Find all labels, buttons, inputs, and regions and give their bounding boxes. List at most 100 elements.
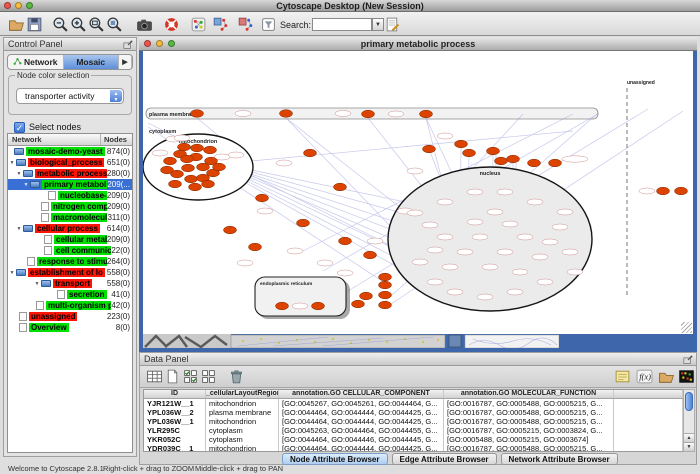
- scroll-down-button[interactable]: ▼: [684, 442, 694, 451]
- tree-row[interactable]: ▼biological_process651(0): [8, 157, 132, 168]
- node-edit-tool-icon[interactable]: [212, 16, 229, 33]
- table-cell[interactable]: [GO:0044464, GO:0044446, GO:0044445, G..…: [279, 435, 444, 444]
- table-cell[interactable]: [GO:0045263, GO:0044464, GO:0044455, G..…: [279, 426, 444, 435]
- save-session-icon[interactable]: [26, 16, 43, 33]
- tree-row[interactable]: macromolecule311(0): [8, 212, 132, 223]
- tree-row[interactable]: nucleobase-209(0): [8, 190, 132, 201]
- table-cell[interactable]: YLR295C: [144, 426, 206, 435]
- import-attributes-icon[interactable]: [658, 368, 675, 385]
- open-file-icon[interactable]: [8, 16, 25, 33]
- table-cell[interactable]: mitochondrion: [206, 444, 279, 452]
- select-nodes-checkbox[interactable]: ✓: [14, 122, 25, 133]
- zoom-in-icon[interactable]: [70, 16, 87, 33]
- tab-mosaic[interactable]: Mosaic: [64, 55, 120, 69]
- table-cell[interactable]: cytoplasm: [206, 426, 279, 435]
- formula-builder-icon[interactable]: f(x): [636, 368, 653, 385]
- table-cell[interactable]: YPL036W__2: [144, 408, 206, 417]
- tree-row[interactable]: cell communicat22(0): [8, 245, 132, 256]
- unselect-attributes-icon[interactable]: [200, 368, 217, 385]
- help-icon[interactable]: [163, 16, 180, 33]
- float-data-panel-icon[interactable]: [683, 355, 693, 364]
- tree-row[interactable]: multi-organism pro42(0): [8, 300, 132, 311]
- tree-row[interactable]: cellular metabol209(0): [8, 234, 132, 245]
- expand-arrow-icon[interactable]: ▼: [22, 182, 30, 188]
- tree-row[interactable]: mosaic-demo-yeast874(0): [8, 146, 132, 157]
- filter-icon[interactable]: [260, 16, 277, 33]
- tree-row[interactable]: unassigned223(0): [8, 311, 132, 322]
- search-dropdown-button[interactable]: ▼: [372, 18, 384, 31]
- expand-arrow-icon[interactable]: ▼: [15, 171, 23, 177]
- table-cell[interactable]: [GO:0044464, GO:0044444, GO:0044425, G..…: [279, 408, 444, 417]
- table-cell[interactable]: YDR039C__1: [144, 444, 206, 452]
- tree-row[interactable]: ▼cellular process614(0): [8, 223, 132, 234]
- search-input[interactable]: [312, 18, 372, 31]
- table-cell[interactable]: [GO:0016787, GO:0005488, GO:0005215, G..…: [444, 417, 614, 426]
- table-cell[interactable]: YPL036W__1: [144, 417, 206, 426]
- network-view-titlebar[interactable]: primary metabolic process: [139, 37, 697, 51]
- network-canvas[interactable]: plasma membrane cytoplasm: [143, 51, 693, 334]
- tree-row[interactable]: Overview8(0): [8, 322, 132, 333]
- expand-arrow-icon[interactable]: ▼: [33, 281, 41, 287]
- annotation-tool-icon[interactable]: [190, 16, 207, 33]
- tree-row[interactable]: response to stimulu264(0): [8, 256, 132, 267]
- tree-column-network[interactable]: Network: [12, 135, 42, 144]
- column-region[interactable]: _cellularLayoutRegion: [206, 390, 279, 398]
- select-attributes-icon[interactable]: [182, 368, 199, 385]
- tabs-overflow-arrow[interactable]: ▶: [119, 55, 132, 69]
- column-grid-icon[interactable]: [146, 368, 163, 385]
- network-graph[interactable]: plasma membrane cytoplasm: [143, 51, 693, 334]
- tree-row[interactable]: ▼establishment of lo558(0): [8, 267, 132, 278]
- matrix-view-icon[interactable]: [678, 368, 695, 385]
- table-cell[interactable]: [GO:0016787, GO:0005488, GO:0005215, G..…: [444, 408, 614, 417]
- window-resize-grip[interactable]: [681, 322, 692, 333]
- table-cell[interactable]: mitochondrion: [206, 417, 279, 426]
- export-image-icon[interactable]: [136, 16, 153, 33]
- table-cell[interactable]: [GO:0005488, GO:0005215, GO:0003674]: [444, 435, 614, 444]
- table-cell[interactable]: YJR121W__1: [144, 399, 206, 408]
- table-row[interactable]: YPL036W__2plasma membrane[GO:0044464, GO…: [144, 408, 683, 417]
- expand-arrow-icon[interactable]: ▼: [15, 226, 23, 232]
- table-cell[interactable]: [GO:0044464, GO:0044444, GO:0044425, G..…: [279, 444, 444, 452]
- table-scrollbar[interactable]: ▲ ▼: [683, 389, 695, 452]
- table-cell[interactable]: [GO:0045267, GO:0045261, GO:0044464, G..…: [279, 399, 444, 408]
- zoom-fit-icon[interactable]: [106, 16, 123, 33]
- edge-edit-tool-icon[interactable]: [237, 16, 254, 33]
- attribute-editor-icon[interactable]: [614, 368, 631, 385]
- table-cell[interactable]: [GO:0016787, GO:0005488, GO:0005215, G..…: [444, 444, 614, 452]
- zoom-selected-region-icon[interactable]: [88, 16, 105, 33]
- table-cell[interactable]: plasma membrane: [206, 408, 279, 417]
- scroll-up-button[interactable]: ▲: [684, 433, 694, 442]
- table-cell[interactable]: [GO:0016787, GO:0005488, GO:0005215, G..…: [444, 399, 614, 408]
- tree-row[interactable]: secretion41(0): [8, 289, 132, 300]
- table-cell[interactable]: [GO:0044464, GO:0044444, GO:0044425, G..…: [279, 417, 444, 426]
- delete-attribute-icon[interactable]: [228, 368, 245, 385]
- table-row[interactable]: YPL036W__1mitochondrion[GO:0044464, GO:0…: [144, 417, 683, 426]
- attribute-browser-icon[interactable]: [384, 16, 401, 33]
- table-cell[interactable]: YKR052C: [144, 435, 206, 444]
- tree-row[interactable]: nitrogen compou209(0): [8, 201, 132, 212]
- table-row[interactable]: YLR295Ccytoplasm[GO:0045263, GO:0044464,…: [144, 426, 683, 435]
- create-attribute-icon[interactable]: [164, 368, 181, 385]
- float-panel-icon[interactable]: [123, 40, 133, 49]
- column-id[interactable]: ID: [144, 390, 206, 398]
- table-cell[interactable]: mitochondrion: [206, 399, 279, 408]
- nucleus-region[interactable]: [388, 167, 592, 311]
- expand-arrow-icon[interactable]: ▼: [8, 270, 16, 276]
- expand-arrow-icon[interactable]: ▼: [8, 160, 16, 166]
- table-cell[interactable]: [GO:0016787, GO:0005215, GO:0003824, G..…: [444, 426, 614, 435]
- tree-row[interactable]: ▼transport558(0): [8, 278, 132, 289]
- column-molecular-function[interactable]: annotation.GO MOLECULAR_FUNCTION: [444, 390, 614, 398]
- tree-row-node-count: 42(0): [111, 301, 132, 310]
- tree-row[interactable]: ▼metabolic process280(0): [8, 168, 132, 179]
- table-cell[interactable]: cytoplasm: [206, 435, 279, 444]
- table-row[interactable]: YKR052Ccytoplasm[GO:0044464, GO:0044446,…: [144, 435, 683, 444]
- tree-row[interactable]: ▼primary metabol209(...: [8, 179, 132, 190]
- table-row[interactable]: YDR039C__1mitochondrion[GO:0044464, GO:0…: [144, 444, 683, 452]
- tab-network[interactable]: Network: [8, 55, 64, 69]
- scrollbar-thumb[interactable]: [685, 392, 693, 411]
- zoom-out-icon[interactable]: [52, 16, 69, 33]
- column-cellular-component[interactable]: annotation.GO CELLULAR_COMPONENT: [279, 390, 444, 398]
- tree-column-nodes[interactable]: Nodes: [104, 135, 127, 144]
- table-row[interactable]: YJR121W__1mitochondrion[GO:0045267, GO:0…: [144, 399, 683, 408]
- node-color-dropdown[interactable]: transporter activity ▲▼: [16, 88, 124, 104]
